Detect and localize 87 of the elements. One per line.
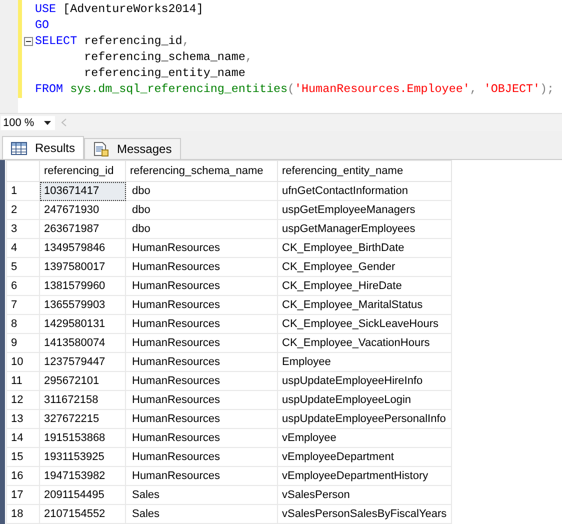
- table-cell: vSalesPersonSalesByFiscalYears: [278, 504, 452, 524]
- document-icon: [93, 141, 110, 157]
- table-cell: HumanResources: [126, 334, 278, 352]
- table-cell: HumanResources: [126, 258, 278, 276]
- table-cell: vEmployeeDepartmentHistory: [278, 466, 452, 486]
- row-number: 11: [6, 372, 40, 390]
- table-cell: uspUpdateEmployeeHireInfo: [278, 372, 452, 390]
- table-cell: Sales: [126, 504, 278, 524]
- row-number: 7: [6, 296, 40, 314]
- code-line: FROM sys.dm_sql_referencing_entities('HumanResources.Employee', 'OBJECT');: [35, 82, 554, 96]
- table-cell: HumanResources: [126, 296, 278, 314]
- zoom-dropdown[interactable]: 100 %: [1, 116, 55, 130]
- table-cell: HumanResources: [126, 372, 278, 390]
- table-cell: 1413580074: [40, 334, 126, 352]
- table-cell: CK_Employee_VacationHours: [278, 334, 452, 352]
- table-cell: ufnGetContactInformation: [278, 182, 452, 200]
- table-cell: 1237579447: [40, 352, 126, 372]
- row-number: 16: [6, 466, 40, 486]
- table-cell: CK_Employee_BirthDate: [278, 238, 452, 258]
- code-line: GO: [35, 18, 50, 32]
- table-cell: HumanResources: [126, 390, 278, 410]
- table-cell: HumanResources: [126, 314, 278, 334]
- caret-icon: [44, 120, 51, 124]
- table-cell: vEmployeeDepartment: [278, 448, 452, 466]
- code-line: referencing_schema_name,: [83, 50, 252, 64]
- table-cell: 295672101: [40, 372, 126, 390]
- table-cell: 1365579903: [40, 296, 126, 314]
- table-cell: 311672158: [40, 390, 126, 410]
- table-cell: 263671987: [40, 220, 126, 238]
- table-cell: HumanResources: [126, 410, 278, 428]
- table-cell: 103671417: [40, 182, 126, 200]
- table-cell: CK_Employee_Gender: [278, 258, 452, 276]
- table-cell: HumanResources: [126, 276, 278, 296]
- table-cell: uspGetEmployeeManagers: [278, 200, 452, 220]
- table-cell: uspUpdateEmployeeLogin: [278, 390, 452, 410]
- column-header[interactable]: referencing_schema_name: [126, 160, 278, 182]
- column-header[interactable]: referencing_entity_name: [278, 160, 452, 182]
- table-cell: 327672215: [40, 410, 126, 428]
- table-cell: HumanResources: [126, 428, 278, 448]
- row-number: 13: [6, 410, 40, 428]
- table-cell: 2091154495: [40, 486, 126, 504]
- table-cell: CK_Employee_SickLeaveHours: [278, 314, 452, 334]
- table-cell: 1931153925: [40, 448, 126, 466]
- table-cell: vSalesPerson: [278, 486, 452, 504]
- table-cell: 2107154552: [40, 504, 126, 524]
- table-cell: uspGetManagerEmployees: [278, 220, 452, 238]
- table-cell: HumanResources: [126, 238, 278, 258]
- row-number: 15: [6, 448, 40, 466]
- table-cell: 1429580131: [40, 314, 126, 334]
- row-number: 17: [6, 486, 40, 504]
- table-cell: Sales: [126, 486, 278, 504]
- tab[interactable]: Messages: [84, 138, 181, 159]
- code-line: USE [AdventureWorks2014]: [35, 2, 204, 16]
- table-cell: 1397580017: [40, 258, 126, 276]
- row-number: 3: [6, 220, 40, 238]
- table-cell: CK_Employee_MaritalStatus: [278, 296, 452, 314]
- tab[interactable]: Results: [2, 136, 84, 159]
- table-cell: dbo: [126, 182, 278, 200]
- table-cell: 1381579960: [40, 276, 126, 296]
- table-cell: HumanResources: [126, 448, 278, 466]
- grid-icon: [11, 142, 27, 154]
- collapse-icon[interactable]: [24, 36, 33, 46]
- table-cell: 247671930: [40, 200, 126, 220]
- table-cell: dbo: [126, 220, 278, 238]
- row-number: 5: [6, 258, 40, 276]
- row-number: 14: [6, 428, 40, 448]
- column-header[interactable]: referencing_id: [40, 160, 126, 182]
- table-cell: 1915153868: [40, 428, 126, 448]
- row-number: 10: [6, 352, 40, 372]
- table-cell: 1349579846: [40, 238, 126, 258]
- table-cell: HumanResources: [126, 466, 278, 486]
- table-cell: 1947153982: [40, 466, 126, 486]
- row-number: 18: [6, 504, 40, 524]
- table-cell: HumanResources: [126, 352, 278, 372]
- table-cell: CK_Employee_HireDate: [278, 276, 452, 296]
- row-number: 6: [6, 276, 40, 296]
- row-number: 9: [6, 334, 40, 352]
- row-number: 4: [6, 238, 40, 258]
- row-number: 8: [6, 314, 40, 334]
- code-line: SELECT referencing_id,: [35, 34, 190, 48]
- table-cell: Employee: [278, 352, 452, 372]
- row-number: 12: [6, 390, 40, 410]
- table-cell: dbo: [126, 200, 278, 220]
- code-line: referencing_entity_name: [83, 66, 246, 80]
- table-cell: vEmployee: [278, 428, 452, 448]
- table-cell: uspUpdateEmployeePersonalInfo: [278, 410, 452, 428]
- row-number: 2: [6, 200, 40, 220]
